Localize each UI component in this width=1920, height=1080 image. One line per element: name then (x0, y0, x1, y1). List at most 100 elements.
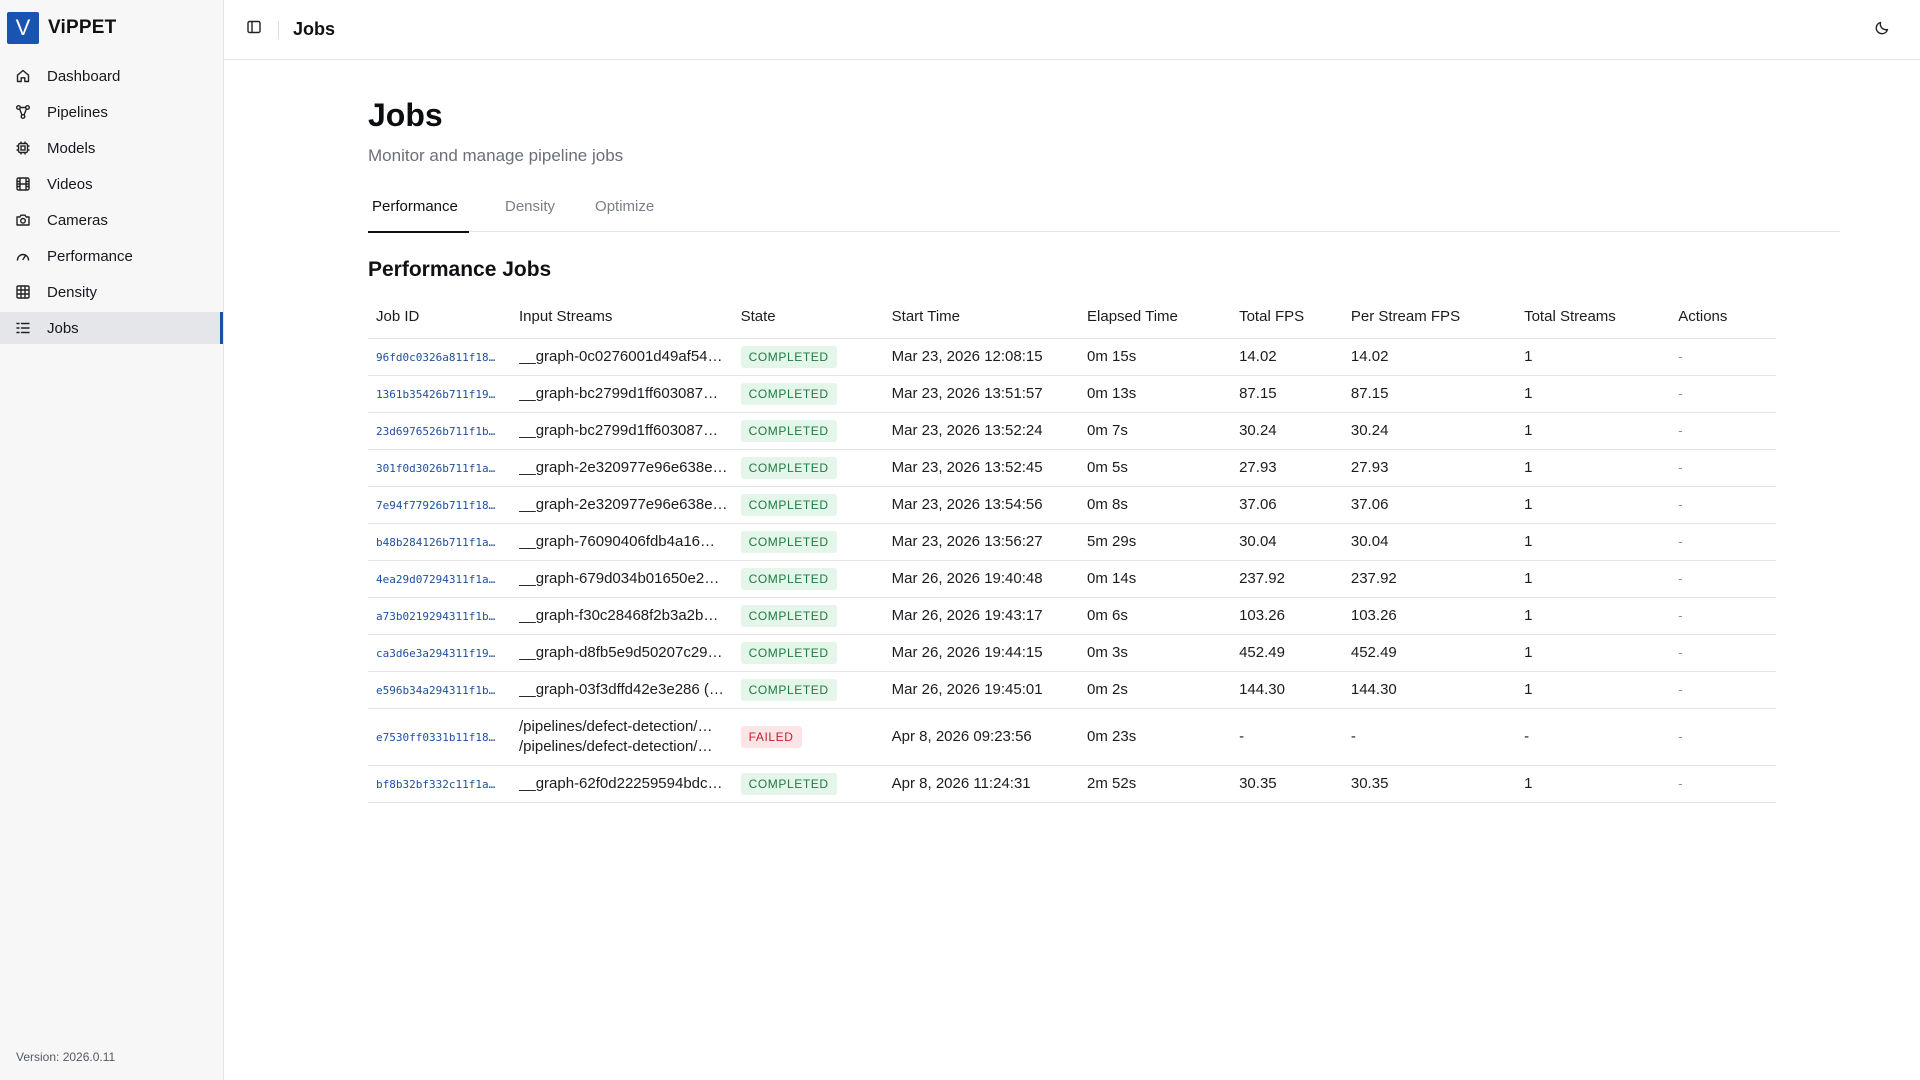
state-cell: COMPLETED (732, 597, 884, 635)
sidebar-item-models[interactable]: Models (0, 132, 223, 164)
elapsed-time-cell: 5m 29s (1079, 523, 1232, 561)
elapsed-time-cell: 0m 3s (1079, 634, 1232, 672)
status-badge: COMPLETED (740, 382, 837, 405)
state-cell: COMPLETED (732, 634, 884, 672)
actions-cell: - (1670, 486, 1776, 524)
input-streams-cell: __graph-03f3dffd42e3e286 (… (511, 671, 733, 709)
sidebar-item-jobs[interactable]: Jobs (0, 312, 223, 344)
input-stream: __graph-bc2799d1ff603087… (519, 421, 719, 439)
sidebar-item-videos[interactable]: Videos (0, 168, 223, 200)
job-id-link[interactable]: 7e94f77926b711f18… (376, 499, 495, 512)
elapsed-time-cell: 0m 8s (1079, 486, 1232, 524)
job-id-link[interactable]: e596b34a294311f1b… (376, 684, 495, 697)
home-icon (15, 68, 31, 84)
per-stream-fps-cell: 237.92 (1342, 560, 1517, 598)
tab-density[interactable]: Density (501, 192, 559, 232)
table-row: a73b0219294311f1b… __graph-f30c28468f2b3a… (368, 597, 1776, 635)
start-time-cell: Mar 23, 2026 13:56:27 (883, 523, 1080, 561)
total-streams-cell: 1 (1516, 634, 1671, 672)
start-time-cell: Mar 26, 2026 19:40:48 (883, 560, 1080, 598)
input-stream: /pipelines/defect-detection/… (519, 717, 713, 735)
job-id-cell: 301f0d3026b711f1a… (368, 449, 512, 487)
job-id-link[interactable]: 96fd0c0326a811f18… (376, 351, 495, 364)
job-id-cell: a73b0219294311f1b… (368, 597, 512, 635)
elapsed-time-cell: 0m 14s (1079, 560, 1232, 598)
job-id-link[interactable]: a73b0219294311f1b… (376, 610, 495, 623)
theme-toggle-button[interactable] (1868, 16, 1896, 44)
start-time-cell: Mar 23, 2026 13:52:45 (883, 449, 1080, 487)
status-badge: COMPLETED (740, 641, 837, 664)
state-cell: COMPLETED (732, 449, 884, 487)
total-fps-cell: 452.49 (1231, 634, 1343, 672)
table-row: 301f0d3026b711f1a… __graph-2e320977e96e63… (368, 449, 1776, 487)
total-streams-cell: 1 (1516, 765, 1671, 803)
job-id-link[interactable]: 23d6976526b711f1b… (376, 425, 495, 438)
input-streams-cell: __graph-f30c28468f2b3a2b… (511, 597, 733, 635)
sidebar-item-label: Dashboard (47, 67, 121, 85)
actions-cell: - (1670, 375, 1776, 413)
input-stream: /pipelines/defect-detection/… (519, 737, 713, 755)
sidebar-toggle-button[interactable] (240, 16, 268, 44)
tab-performance[interactable]: Performance (368, 192, 469, 234)
actions-cell: - (1670, 597, 1776, 635)
input-streams-cell: __graph-bc2799d1ff603087… (511, 375, 733, 413)
status-badge: COMPLETED (740, 345, 837, 368)
total-streams-cell: 1 (1516, 375, 1671, 413)
actions-placeholder: - (1678, 386, 1683, 402)
tabs: Performance Density Optimize (368, 192, 1840, 234)
input-streams-cell: __graph-62f0d22259594bdc… (511, 765, 733, 803)
sidebar-item-dashboard[interactable]: Dashboard (0, 60, 223, 92)
state-cell: COMPLETED (732, 765, 884, 803)
input-stream: __graph-d8fb5e9d50207c29… (519, 643, 723, 661)
tab-optimize[interactable]: Optimize (591, 192, 658, 232)
total-streams-cell: 1 (1516, 338, 1671, 376)
sidebar-item-label: Density (47, 283, 98, 301)
job-id-cell: 7e94f77926b711f18… (368, 486, 512, 524)
per-stream-fps-cell: 103.26 (1342, 597, 1517, 635)
sidebar-item-density[interactable]: Density (0, 276, 223, 308)
column-header-actions: Actions (1670, 296, 1776, 339)
per-stream-fps-cell: 14.02 (1342, 338, 1517, 376)
total-fps-cell: 237.92 (1231, 560, 1343, 598)
input-streams-cell: __graph-0c0276001d49af54… (511, 338, 733, 376)
job-id-link[interactable]: 1361b35426b711f19… (376, 388, 495, 401)
job-id-link[interactable]: 301f0d3026b711f1a… (376, 462, 495, 475)
total-fps-cell: 37.06 (1231, 486, 1343, 524)
brand[interactable]: V ViPPET (0, 0, 223, 56)
job-id-cell: ca3d6e3a294311f19… (368, 634, 512, 672)
per-stream-fps-cell: 144.30 (1342, 671, 1517, 709)
start-time-cell: Mar 23, 2026 13:51:57 (883, 375, 1080, 413)
column-header-total-fps: Total FPS (1231, 296, 1343, 339)
total-fps-cell: 14.02 (1231, 338, 1343, 376)
job-id-link[interactable]: ca3d6e3a294311f19… (376, 647, 495, 660)
column-header-start-time: Start Time (883, 296, 1080, 339)
total-streams-cell: 1 (1516, 560, 1671, 598)
section-title: Performance Jobs (368, 258, 552, 282)
sidebar-item-pipelines[interactable]: Pipelines (0, 96, 223, 128)
topbar: Jobs (224, 0, 1920, 60)
column-header-input-streams: Input Streams (511, 296, 733, 339)
status-badge: FAILED (740, 725, 802, 748)
actions-cell: - (1670, 560, 1776, 598)
actions-placeholder: - (1678, 776, 1683, 792)
sidebar-item-label: Performance (47, 247, 133, 265)
total-fps-cell: - (1231, 708, 1343, 766)
sidebar-item-performance[interactable]: Performance (0, 240, 223, 272)
elapsed-time-cell: 0m 2s (1079, 671, 1232, 709)
status-badge: COMPLETED (740, 567, 837, 590)
app-name: ViPPET (48, 17, 117, 38)
input-stream: __graph-62f0d22259594bdc… (519, 774, 723, 792)
actions-placeholder: - (1678, 534, 1683, 550)
sidebar-item-cameras[interactable]: Cameras (0, 204, 223, 236)
job-id-link[interactable]: e7530ff0331b11f18… (376, 731, 495, 744)
state-cell: COMPLETED (732, 338, 884, 376)
elapsed-time-cell: 0m 13s (1079, 375, 1232, 413)
actions-cell: - (1670, 708, 1776, 766)
job-id-link[interactable]: bf8b32bf332c11f1a… (376, 778, 495, 791)
start-time-cell: Mar 23, 2026 13:52:24 (883, 412, 1080, 450)
job-id-link[interactable]: b48b284126b711f1a… (376, 536, 495, 549)
moon-icon (1874, 20, 1890, 41)
per-stream-fps-cell: 30.24 (1342, 412, 1517, 450)
job-id-link[interactable]: 4ea29d07294311f1a… (376, 573, 495, 586)
actions-placeholder: - (1678, 645, 1683, 661)
